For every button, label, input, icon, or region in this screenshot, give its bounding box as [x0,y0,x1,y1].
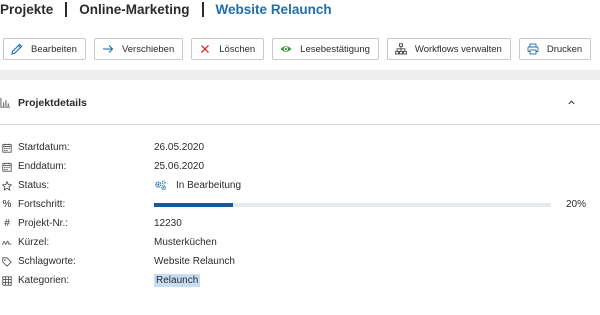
read-receipt-button[interactable]: Lesebestätigung [272,38,379,60]
calendar-icon [0,162,14,172]
print-button-label: Drucken [546,43,583,55]
edit-button-label: Bearbeiten [31,43,77,55]
tags-icon [0,256,14,267]
field-enddatum: Enddatum: 25.06.2020 [0,157,600,176]
field-label: Kategorien: [18,275,70,286]
breadcrumb-item-online-marketing[interactable]: Online-Marketing [79,2,189,17]
sitemap-icon [394,42,408,56]
workflows-button-label: Workflows verwalten [414,43,502,55]
field-label: Projekt-Nr.: [18,218,69,229]
edit-button[interactable]: Bearbeiten [3,38,86,60]
field-schlagworte: Schlagworte: Website Relaunch [0,252,600,271]
signature-icon [0,238,14,248]
field-kuerzel: Kürzel: Musterküchen [0,233,600,252]
calendar-icon [0,143,14,153]
breadcrumb-item-current: Website Relaunch [215,1,332,17]
close-icon [198,42,212,56]
delete-button-label: Löschen [219,43,256,55]
field-kategorien: Kategorien: Relaunch [0,271,600,290]
gears-icon [154,180,168,191]
bar-chart-icon [0,97,12,108]
breadcrumb-separator [201,1,204,17]
field-label: Status: [18,180,50,191]
progress-fill [154,202,234,207]
breadcrumb: Projekte Online-Marketing Website Relaun… [0,0,332,18]
workflows-button[interactable]: Workflows verwalten [386,38,511,60]
panel-header[interactable]: Projektdetails [0,80,600,125]
section-divider [0,70,600,80]
read-receipt-button-label: Lesebestätigung [300,43,370,55]
field-value-kategorien: Relaunch [154,274,201,287]
progress-track [154,202,551,207]
field-label: Kürzel: [18,237,50,248]
progress-percent: 20% [566,199,587,210]
grid-icon [0,275,14,286]
breadcrumb-separator [65,1,68,17]
move-button-label: Verschieben [121,43,175,55]
field-value-projekt-nr: 12230 [154,218,182,229]
percent-icon: % [2,199,12,210]
status-text: In Bearbeitung [176,180,242,191]
field-projekt-nr: # Projekt-Nr.: 12230 [0,214,600,233]
field-label: Fortschritt: [18,199,66,210]
hash-icon: # [4,218,10,229]
panel-title: Projektdetails [0,80,87,125]
field-label: Enddatum: [18,161,67,172]
field-value-status: In Bearbeitung [154,180,241,191]
printer-icon [526,42,540,56]
category-tag[interactable]: Relaunch [154,274,201,287]
field-value-enddatum: 25.06.2020 [154,161,205,172]
field-value-kuerzel: Musterküchen [154,237,217,248]
delete-button[interactable]: Löschen [191,38,265,60]
move-button[interactable]: Verschieben [93,38,184,60]
field-label: Schlagworte: [18,256,76,267]
field-label: Startdatum: [18,142,70,153]
star-icon [0,180,14,191]
panel-title-text: Projektdetails [18,96,87,109]
project-details: Startdatum: 26.05.2020 Enddatum: 25.06.2… [0,138,600,290]
field-startdatum: Startdatum: 26.05.2020 [0,138,600,157]
arrow-right-icon [101,42,115,56]
progress-bar [154,202,551,207]
eye-icon [279,42,293,56]
print-button[interactable]: Drucken [518,38,592,60]
field-fortschritt: % Fortschritt: 20% [0,195,600,214]
chevron-up-icon[interactable] [566,97,576,107]
edit-icon [10,42,24,56]
field-value-schlagworte: Website Relaunch [154,256,235,267]
field-status: Status: In Bearbeitung [0,176,600,195]
breadcrumb-item-projekte[interactable]: Projekte [0,2,53,17]
field-value-startdatum: 26.05.2020 [154,142,205,153]
toolbar: Bearbeiten Verschieben Löschen Lesebestä… [3,38,592,60]
